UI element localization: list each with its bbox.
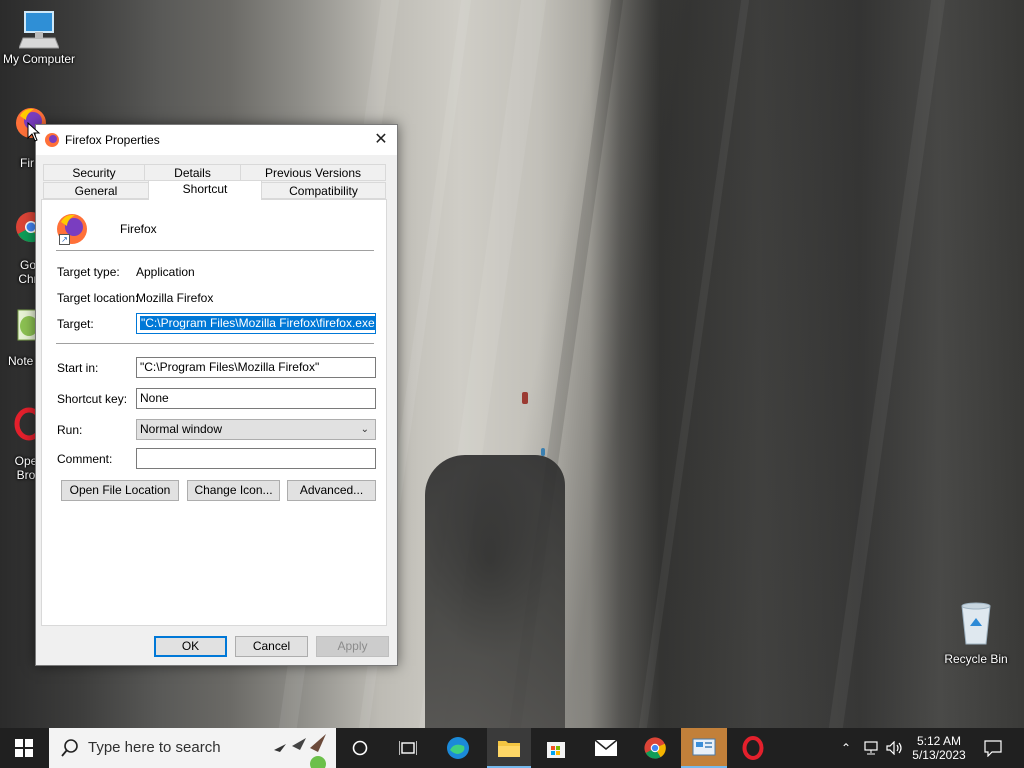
volume-icon (886, 741, 902, 755)
mail-icon (594, 739, 618, 756)
my-computer-label: My Computer (2, 52, 76, 66)
comment-field[interactable] (136, 448, 376, 469)
network-button[interactable] (860, 728, 882, 768)
shortcut-key-field[interactable]: None (136, 388, 376, 409)
dialog-title: Firefox Properties (65, 133, 160, 147)
firefox-desktop-label: Fir (20, 156, 34, 170)
tab-previous-versions[interactable]: Previous Versions (240, 164, 386, 181)
tab-details[interactable]: Details (144, 164, 241, 181)
tab-shortcut[interactable]: Shortcut (148, 180, 262, 200)
run-label: Run: (57, 423, 83, 437)
cancel-button[interactable]: Cancel (235, 636, 308, 657)
chrome-icon (644, 737, 666, 759)
network-icon (864, 741, 878, 755)
opera-taskbar-button[interactable] (733, 728, 773, 768)
separator (56, 250, 374, 251)
taskbar: Type here to search ⌃ 5:12 AM 5/13/2023 (0, 728, 1024, 768)
opera-icon (742, 736, 764, 760)
taskbar-search-box[interactable]: Type here to search (49, 728, 336, 768)
close-icon: ✕ (374, 131, 388, 148)
apply-button: Apply (316, 636, 389, 657)
show-hidden-icons-button[interactable]: ⌃ (836, 728, 856, 768)
chrome-taskbar-button[interactable] (635, 728, 675, 768)
action-center-button[interactable] (978, 728, 1008, 768)
recycle-bin-label: Recycle Bin (944, 652, 1008, 666)
mail-taskbar-button[interactable] (586, 728, 626, 768)
target-type-value: Application (136, 265, 195, 279)
run-selected-value: Normal window (140, 422, 223, 436)
chevron-up-icon: ⌃ (840, 741, 852, 755)
store-taskbar-button[interactable] (536, 728, 576, 768)
search-highlight-birds-icon (274, 734, 326, 768)
ok-button[interactable]: OK (154, 636, 227, 657)
firefox-properties-dialog: Firefox Properties ✕ Security Details Pr… (35, 124, 398, 666)
start-button[interactable] (0, 728, 48, 768)
target-field[interactable]: "C:\Program Files\Mozilla Firefox\firefo… (136, 313, 376, 334)
shortcut-tab-panel: ↗ Firefox Target type: Application Targe… (41, 199, 387, 626)
tab-general[interactable]: General (43, 182, 149, 199)
clock-button[interactable]: 5:12 AM 5/13/2023 (908, 728, 970, 768)
task-view-button[interactable] (388, 728, 428, 768)
file-explorer-icon (498, 741, 520, 757)
store-icon (547, 742, 565, 758)
shortcut-arrow-icon: ↗ (59, 234, 70, 245)
cortana-button[interactable] (340, 728, 380, 768)
chevron-down-icon: ⌄ (360, 424, 369, 435)
advanced-button[interactable]: Advanced... (287, 480, 376, 501)
run-dropdown[interactable]: Normal window ⌄ (136, 419, 376, 440)
app-name: Firefox (120, 222, 157, 236)
target-field-selected-text: "C:\Program Files\Mozilla Firefox\firefo… (140, 316, 375, 330)
target-label: Target: (57, 317, 94, 331)
open-file-location-button[interactable]: Open File Location (61, 480, 179, 501)
shortcut-key-label: Shortcut key: (57, 392, 128, 406)
file-explorer-taskbar-button[interactable] (487, 728, 531, 768)
target-type-label: Target type: (57, 265, 120, 279)
clock-date: 5/13/2023 (912, 748, 966, 762)
cortana-icon (352, 740, 368, 756)
close-button[interactable]: ✕ (365, 125, 397, 155)
edge-taskbar-button[interactable] (438, 728, 478, 768)
clock-time: 5:12 AM (916, 734, 962, 748)
target-location-label: Target location: (57, 291, 139, 305)
search-icon (61, 739, 78, 757)
notepad-desktop-label: Note (8, 354, 34, 368)
recycle-bin-icon (961, 602, 991, 645)
my-computer-shortcut[interactable]: My Computer (0, 8, 78, 66)
task-view-icon (399, 741, 417, 755)
dialog-titlebar[interactable]: Firefox Properties ✕ (36, 125, 397, 155)
comment-label: Comment: (57, 452, 113, 466)
control-panel-icon (692, 738, 716, 756)
mouse-cursor-icon (27, 122, 41, 142)
separator (56, 343, 374, 344)
firefox-icon (45, 133, 59, 147)
start-in-field[interactable]: "C:\Program Files\Mozilla Firefox" (136, 357, 376, 378)
windows-logo-icon (15, 739, 33, 757)
control-panel-taskbar-button[interactable] (681, 728, 727, 768)
tab-compatibility[interactable]: Compatibility (261, 182, 386, 199)
start-in-label: Start in: (57, 361, 99, 375)
target-location-value: Mozilla Firefox (136, 291, 214, 305)
notification-icon (984, 740, 1002, 757)
tab-security[interactable]: Security (43, 164, 145, 181)
computer-icon (19, 11, 59, 49)
volume-button[interactable] (884, 728, 906, 768)
recycle-bin-shortcut[interactable]: Recycle Bin (944, 600, 1008, 666)
edge-icon (447, 737, 469, 759)
search-placeholder: Type here to search (88, 739, 221, 756)
change-icon-button[interactable]: Change Icon... (187, 480, 280, 501)
